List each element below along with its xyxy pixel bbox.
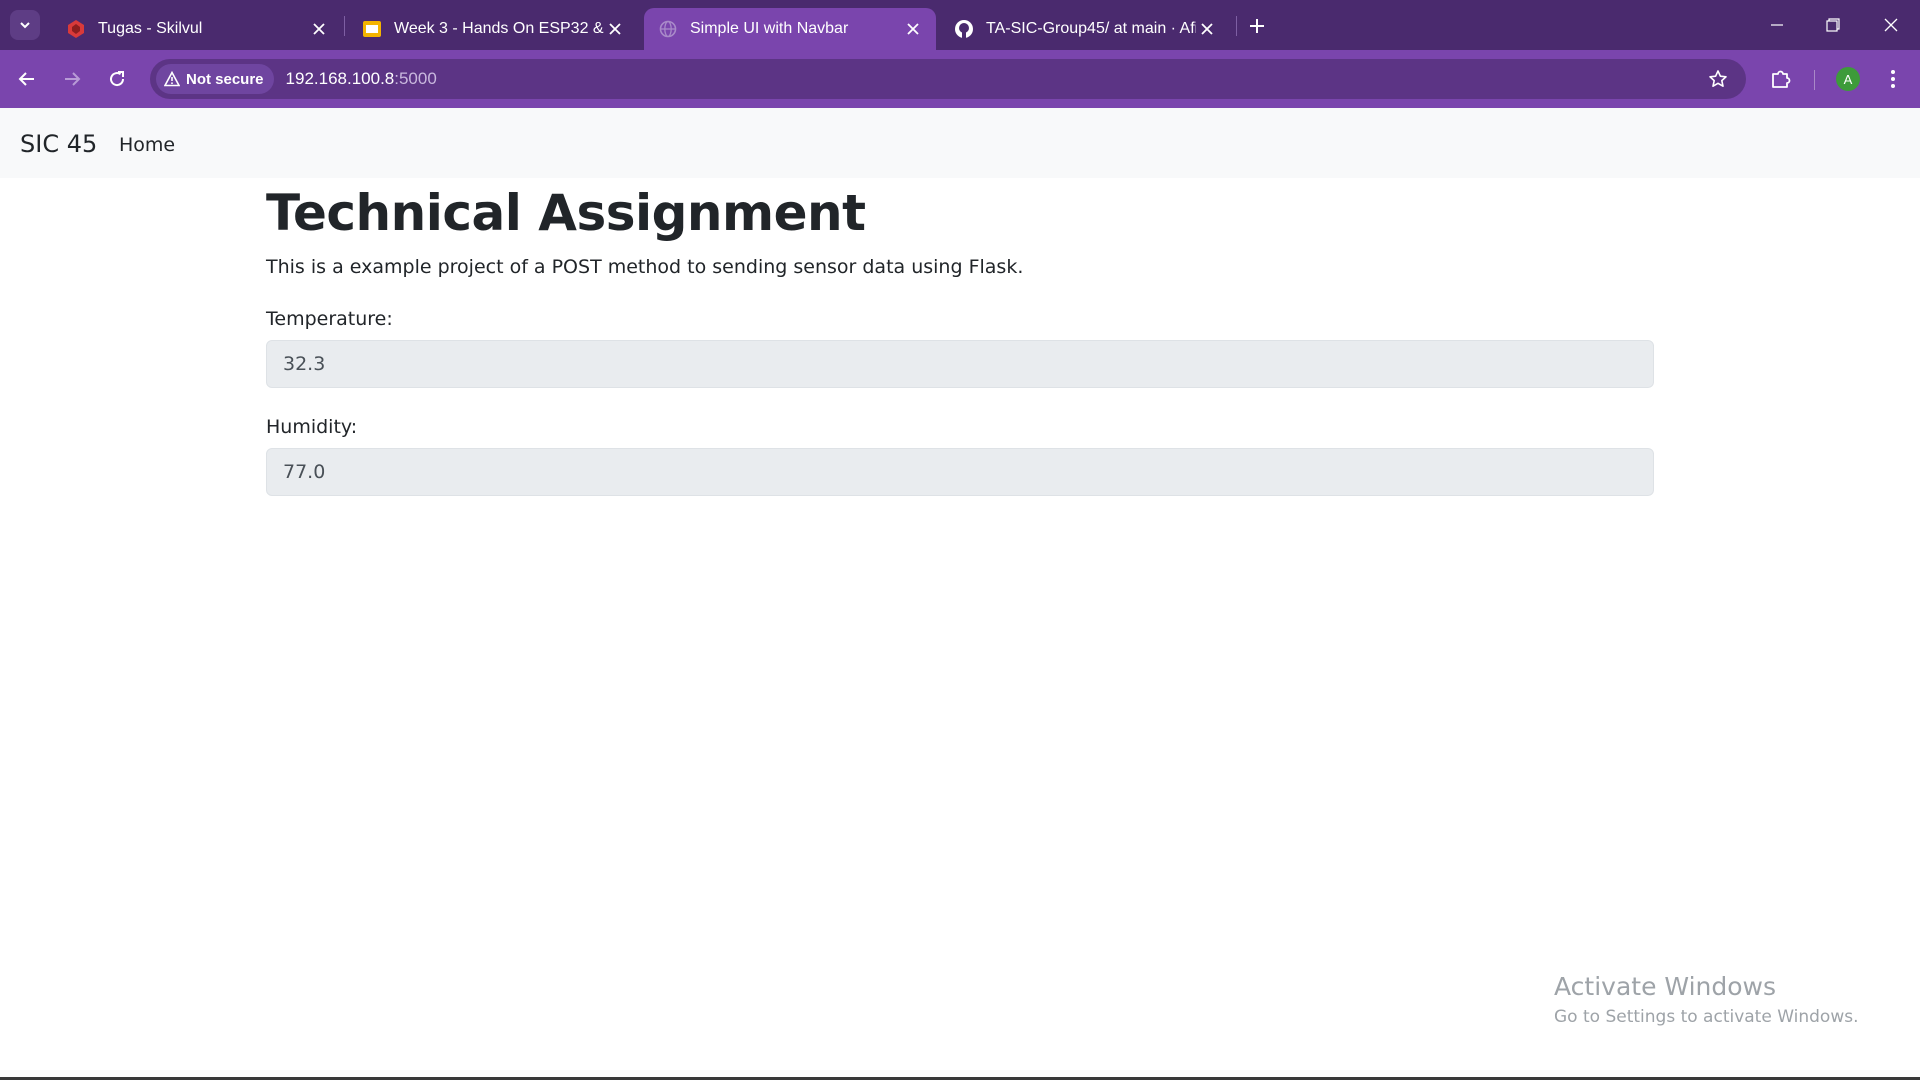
extensions-button[interactable] (1765, 63, 1797, 95)
temperature-field[interactable] (266, 340, 1654, 388)
minimize-icon (1771, 24, 1783, 26)
humidity-field[interactable] (266, 448, 1654, 496)
forward-button[interactable] (56, 63, 88, 95)
close-icon[interactable] (604, 18, 626, 40)
arrow-right-icon (65, 72, 81, 86)
tab-simple-ui[interactable]: Simple UI with Navbar (644, 8, 936, 50)
tab-tugas-skilvul[interactable]: Tugas - Skilvul (52, 8, 342, 50)
page-title: Technical Assignment (266, 184, 866, 242)
tab-title: TA-SIC-Group45/ at main · Afif (986, 20, 1196, 37)
security-indicator[interactable]: Not secure (156, 64, 274, 94)
tab-week-3[interactable]: Week 3 - Hands On ESP32 & API (348, 8, 638, 50)
tab-title: Week 3 - Hands On ESP32 & API (394, 20, 604, 37)
puzzle-icon (1772, 70, 1791, 88)
watermark-subtitle: Go to Settings to activate Windows. (1554, 1007, 1859, 1027)
reload-icon (110, 71, 125, 87)
url-host: 192.168.100.8 (285, 69, 395, 88)
security-label: Not secure (186, 70, 264, 88)
navbar-brand[interactable]: SIC 45 (20, 130, 97, 158)
activation-watermark: Activate Windows Go to Settings to activ… (1554, 972, 1859, 1027)
page-description: This is a example project of a POST meth… (266, 256, 1024, 278)
close-icon[interactable] (902, 18, 924, 40)
url-text[interactable]: 192.168.100.8:5000 (286, 69, 437, 89)
star-icon (1709, 70, 1727, 87)
close-icon[interactable] (1196, 18, 1218, 40)
profile-avatar[interactable]: A (1836, 67, 1860, 91)
url-port: :5000 (394, 69, 437, 88)
menu-button[interactable] (1877, 63, 1909, 95)
skilvul-icon (66, 19, 86, 39)
tab-search-button[interactable] (10, 10, 40, 40)
chevron-down-icon (20, 22, 30, 29)
close-icon[interactable] (308, 18, 330, 40)
close-icon (1884, 18, 1898, 32)
new-tab-button[interactable] (1244, 13, 1270, 39)
main-content: Technical Assignment This is a example p… (266, 178, 1654, 496)
site-navbar: SIC 45 Home (0, 108, 1920, 178)
minimize-button[interactable] (1762, 10, 1792, 40)
watermark-title: Activate Windows (1554, 972, 1776, 1001)
slides-icon (362, 19, 382, 39)
address-bar[interactable]: Not secure 192.168.100.8:5000 (150, 59, 1746, 99)
plus-icon (1250, 19, 1264, 33)
tab-title: Tugas - Skilvul (98, 20, 203, 37)
humidity-label: Humidity: (266, 416, 358, 438)
temperature-label: Temperature: (266, 308, 393, 330)
browser-toolbar: Not secure 192.168.100.8:5000 (0, 50, 1920, 108)
globe-icon (658, 19, 678, 39)
tab-github[interactable]: TA-SIC-Group45/ at main · Afif (940, 8, 1230, 50)
toolbar-divider (1814, 70, 1815, 90)
tab-divider (1236, 16, 1237, 36)
bookmark-button[interactable] (1706, 67, 1730, 91)
warning-icon (164, 71, 180, 87)
tab-divider (344, 16, 345, 36)
restore-icon (1826, 18, 1840, 32)
tab-title: Simple UI with Navbar (690, 20, 849, 37)
restore-button[interactable] (1818, 10, 1848, 40)
tab-strip: Tugas - Skilvul Week 3 - Hands On ESP32 … (0, 0, 1920, 50)
close-window-button[interactable] (1876, 10, 1906, 40)
arrow-left-icon (18, 72, 34, 86)
kebab-menu-icon (1891, 70, 1895, 88)
github-icon (954, 19, 974, 39)
back-button[interactable] (11, 63, 43, 95)
nav-link-home[interactable]: Home (119, 134, 175, 156)
reload-button[interactable] (101, 63, 133, 95)
